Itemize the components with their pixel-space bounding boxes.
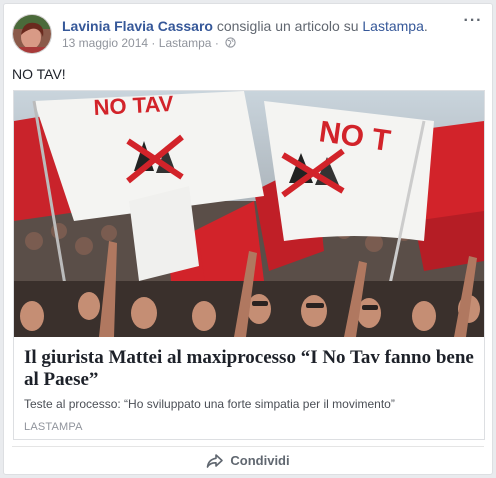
post-card: Lavinia Flavia Cassaro consiglia un arti…: [3, 3, 493, 475]
subline-separator: ·: [151, 36, 156, 50]
link-caption: Il giurista Mattei al maxiprocesso “I No…: [14, 337, 484, 439]
share-label: Condividi: [230, 453, 290, 468]
svg-text:NO TAV: NO TAV: [93, 91, 174, 120]
article-source: LASTAMPA: [24, 421, 83, 433]
share-arrow-icon: [207, 454, 224, 468]
post-subline: 13 maggio 2014 · Lastampa ·: [62, 36, 236, 50]
post-action: consiglia un articolo su Lastampa.: [217, 18, 428, 34]
globe-icon[interactable]: [225, 37, 236, 48]
action-end: .: [423, 18, 428, 34]
article-photo: NO TAV NO T: [14, 91, 484, 337]
subline-separator-2: ·: [214, 36, 219, 50]
author-name[interactable]: Lavinia Flavia Cassaro: [62, 18, 213, 34]
link-preview-card[interactable]: NO TAV NO T Il giurista Mattei al maxipr…: [13, 90, 485, 440]
more-options-icon[interactable]: ···: [462, 13, 484, 30]
actions-divider: [12, 446, 484, 447]
share-button[interactable]: Condividi: [4, 449, 492, 473]
post-header: Lavinia Flavia Cassaro consiglia un arti…: [12, 13, 484, 58]
post-action-text: consiglia un articolo su: [216, 18, 359, 34]
article-description: Teste al processo: “Ho sviluppato una fo…: [24, 397, 395, 411]
post-date[interactable]: 13 maggio 2014: [62, 36, 148, 50]
avatar[interactable]: [12, 14, 52, 54]
article-title[interactable]: Il giurista Mattei al maxiprocesso “I No…: [24, 347, 474, 391]
post-message: NO TAV!: [12, 66, 66, 82]
post-headline: Lavinia Flavia Cassaro consiglia un arti…: [62, 17, 428, 35]
post-source[interactable]: Lastampa: [159, 36, 212, 50]
action-target-link[interactable]: Lastampa: [362, 18, 423, 34]
